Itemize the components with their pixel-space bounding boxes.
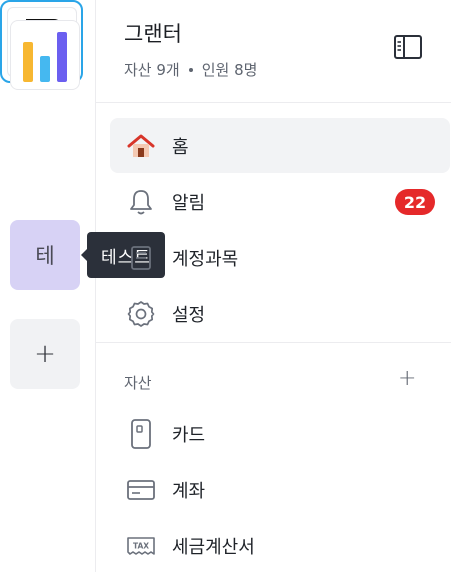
- nav-label-alerts: 알림: [172, 192, 206, 214]
- ledger-icon: [126, 243, 156, 273]
- members-count: 인원 8명: [201, 61, 258, 79]
- bank-card-icon: [126, 475, 156, 505]
- nav-label-card: 카드: [172, 424, 206, 446]
- header-divider: [96, 102, 451, 103]
- nav-item-settings[interactable]: 설정: [110, 286, 450, 341]
- nav-item-accounts[interactable]: 계정과목: [110, 230, 450, 285]
- add-workspace-button[interactable]: +: [10, 319, 80, 389]
- nav-label-settings: 설정: [172, 304, 206, 326]
- workspace-test-initial: 테: [35, 244, 55, 268]
- assets-count: 자산 9개: [124, 61, 180, 79]
- sidebar-toggle-icon[interactable]: [393, 34, 423, 60]
- add-asset-button[interactable]: +: [398, 366, 416, 391]
- nav-item-alerts[interactable]: 알림 22: [110, 174, 450, 229]
- alerts-count-badge: 22: [395, 189, 435, 215]
- bar-chart-icon: [23, 32, 67, 82]
- company-summary: 자산 9개 인원 8명: [124, 59, 257, 80]
- nav-divider: [96, 342, 451, 343]
- bell-icon: [126, 187, 156, 217]
- nav-item-card[interactable]: 카드: [110, 406, 450, 461]
- workspace-rail: 테 +: [0, 0, 96, 572]
- home-icon: [126, 131, 156, 161]
- nav-label-tax-invoice: 세금계산서: [172, 536, 255, 558]
- nav-label-bank-account: 계좌: [172, 480, 206, 502]
- tax-invoice-icon: TAX: [126, 531, 156, 561]
- gear-icon: [126, 299, 156, 329]
- svg-text:TAX: TAX: [133, 541, 149, 550]
- nav-item-bank-account[interactable]: 계좌: [110, 462, 450, 517]
- nav-item-tax-invoice[interactable]: TAX 세금계산서: [110, 518, 450, 572]
- side-panel: 그랜터 자산 9개 인원 8명 홈 알림 22 계정과목 설정 자산 + 카드 …: [96, 0, 451, 572]
- nav-label-home: 홈: [172, 136, 189, 158]
- workspace-test[interactable]: 테: [10, 220, 80, 290]
- card-icon: [126, 418, 156, 449]
- separator-dot: [188, 67, 193, 72]
- assets-section-label: 자산: [124, 374, 152, 392]
- company-title: 그랜터: [124, 22, 182, 46]
- plus-icon: +: [34, 339, 56, 369]
- nav-label-accounts: 계정과목: [172, 248, 239, 270]
- workspace-granter-logo[interactable]: [10, 20, 80, 90]
- nav-item-home[interactable]: 홈: [110, 118, 450, 173]
